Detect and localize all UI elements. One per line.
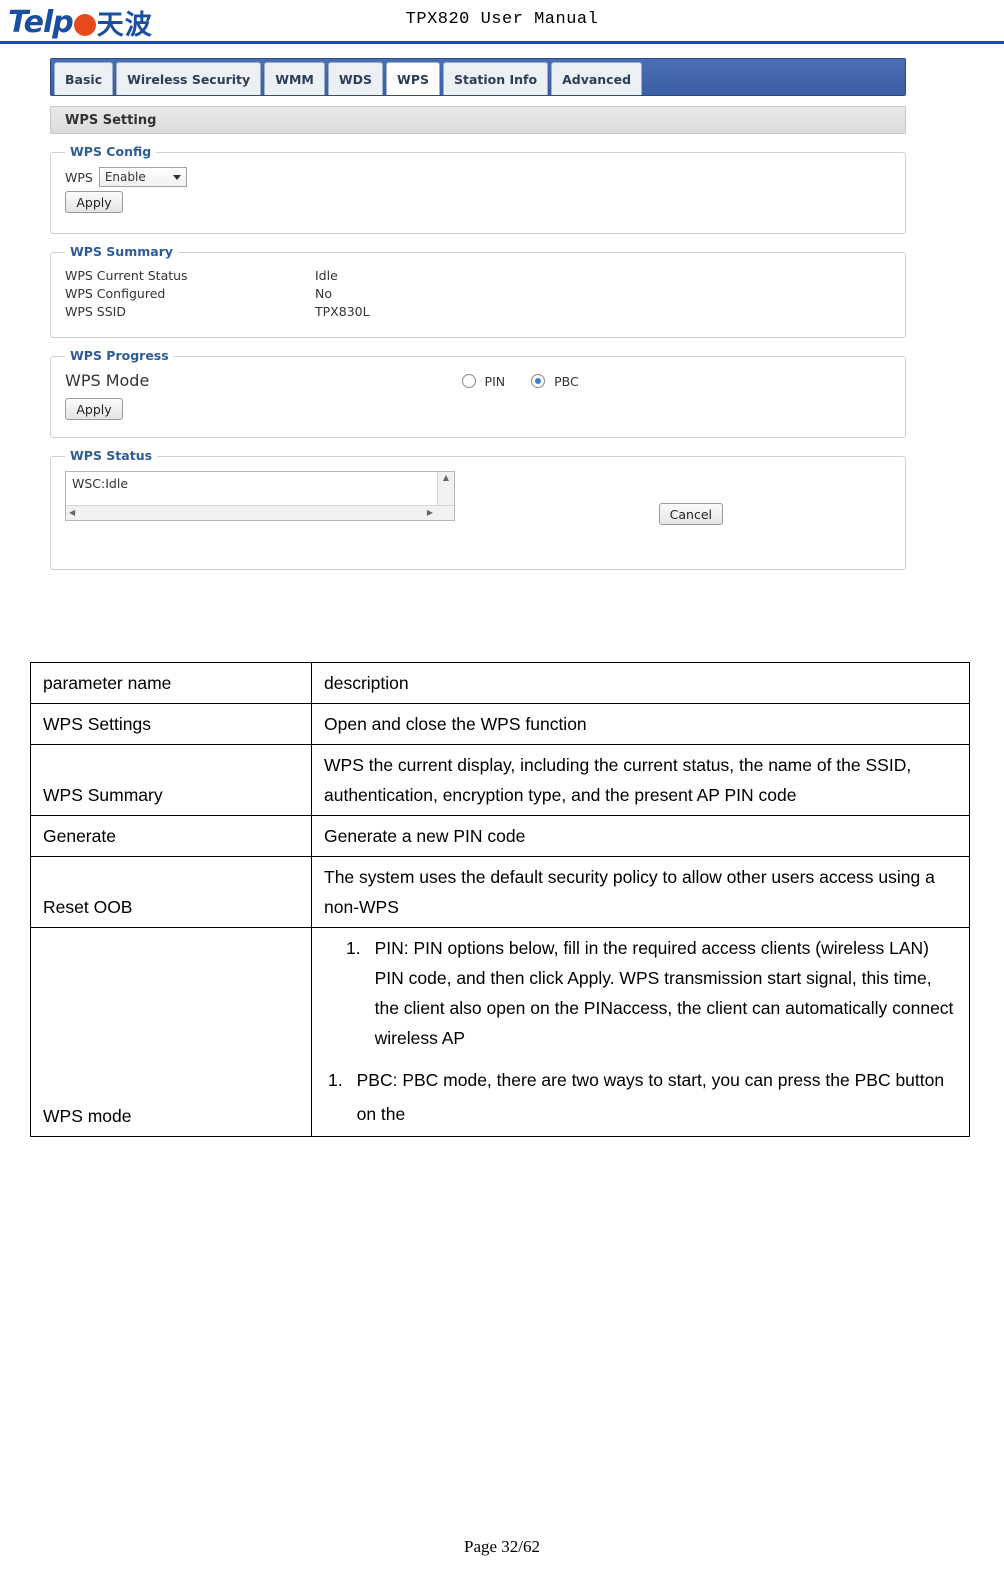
summary-row: WPS Configured No (65, 285, 891, 303)
page-footer: Page 32/62 (463, 1537, 541, 1556)
tab-wireless-security-label: Wireless Security (127, 71, 251, 87)
wps-mode-radio-group: PIN PBC (149, 372, 891, 389)
row-param-reset-oob: Reset OOB (30, 856, 312, 928)
wps-status-text: WSC:Idle (72, 476, 129, 491)
table-row: WPS Summary WPS the current display, inc… (30, 744, 970, 816)
wps-mode-item-pin-number: 1. (346, 938, 361, 958)
wps-config-apply-button[interactable]: Apply (65, 191, 123, 213)
wps-config-legend: WPS Config (65, 144, 157, 159)
tab-basic[interactable]: Basic (54, 62, 114, 95)
wps-progress-legend: WPS Progress (65, 348, 174, 363)
parameter-table: parameter name description WPS Settings … (30, 662, 970, 1137)
wps-progress-panel: WPS Progress WPS Mode PIN PBC Apply (50, 348, 906, 438)
wps-status-textarea[interactable]: WSC:Idle ▲ ▼ ◀ ▶ (65, 471, 455, 521)
row-desc-generate: Generate a new PIN code (311, 815, 970, 857)
tab-station-info-label: Station Info (453, 71, 538, 87)
wps-status-panel: WPS Status WSC:Idle ▲ ▼ ◀ ▶ Cancel (50, 448, 906, 570)
scroll-right-icon[interactable]: ▶ (424, 507, 436, 519)
row-desc-wps-settings: Open and close the WPS function (311, 703, 970, 745)
wps-mode-pin-option[interactable]: PIN (461, 372, 506, 389)
page-header: Telp 天波 TPX820 User Manual (0, 0, 1004, 44)
wps-enable-select[interactable]: Enable (98, 167, 187, 187)
tab-wds[interactable]: WDS (327, 62, 384, 95)
wps-config-panel: WPS Config WPS Enable Apply (50, 144, 906, 234)
header-description: description (311, 662, 970, 704)
section-title-wps-setting: WPS Setting (50, 106, 906, 134)
wps-configured-label: WPS Configured (65, 286, 166, 301)
scroll-left-icon[interactable]: ◀ (66, 507, 78, 519)
wps-mode-item-pbc-number: 1. (328, 1070, 343, 1090)
row-param-generate: Generate (30, 815, 312, 857)
radio-checked-icon (531, 374, 546, 388)
wps-mode-item-pbc: 1. PBC: PBC mode, there are two ways to … (324, 1063, 959, 1131)
row-desc-wps-mode: 1. PIN: PIN options below, fill in the r… (311, 927, 970, 1137)
chevron-down-icon (172, 174, 181, 180)
wps-enable-select-value: Enable (104, 170, 146, 184)
tab-wireless-security[interactable]: Wireless Security (116, 62, 262, 95)
horizontal-scrollbar[interactable]: ◀ ▶ (66, 505, 454, 520)
wps-mode-pin-label: PIN (484, 374, 506, 389)
wps-ssid-label: WPS SSID (65, 304, 126, 319)
tab-bar: Basic Wireless Security WMM WDS WPS Stat… (50, 58, 906, 96)
table-row: Generate Generate a new PIN code (30, 815, 970, 857)
wps-current-status-label: WPS Current Status (65, 268, 188, 283)
wps-mode-label: WPS Mode (65, 371, 150, 390)
row-desc-wps-summary: WPS the current display, including the c… (311, 744, 970, 816)
router-ui-screenshot: Basic Wireless Security WMM WDS WPS Stat… (50, 58, 906, 570)
header-divider (0, 41, 1004, 44)
wps-enable-label: WPS (65, 169, 93, 185)
summary-row: WPS SSID TPX830L (65, 303, 891, 321)
header-parameter-name: parameter name (30, 662, 312, 704)
wps-configured-value: No (315, 286, 332, 301)
wps-mode-item-pin: 1. PIN: PIN options below, fill in the r… (324, 933, 959, 1053)
table-row: WPS mode 1. PIN: PIN options below, fill… (30, 927, 970, 1137)
page-title: TPX820 User Manual (405, 10, 599, 29)
wps-progress-apply-row: Apply (65, 398, 891, 420)
wps-ssid-value: TPX830L (315, 304, 370, 319)
tab-wmm-label: WMM (275, 71, 314, 87)
wps-current-status-value: Idle (315, 268, 338, 283)
wps-config-apply-row: Apply (65, 191, 891, 213)
wps-mode-item-pbc-text: PBC: PBC mode, there are two ways to sta… (356, 1070, 945, 1124)
tab-wps-label: WPS (397, 71, 429, 87)
row-param-wps-mode: WPS mode (30, 927, 312, 1137)
wps-enable-row: WPS Enable (65, 167, 891, 187)
wps-mode-pbc-label: PBC (554, 374, 579, 389)
summary-row: WPS Current Status Idle (65, 267, 891, 285)
tab-wds-label: WDS (338, 71, 373, 87)
table-row: Reset OOB The system uses the default se… (30, 856, 970, 928)
row-param-wps-settings: WPS Settings (30, 703, 312, 745)
tab-basic-label: Basic (65, 71, 103, 87)
wps-progress-apply-button[interactable]: Apply (65, 398, 123, 420)
table-header-row: parameter name description (30, 662, 970, 704)
row-desc-reset-oob: The system uses the default security pol… (311, 856, 970, 928)
tab-wps[interactable]: WPS (386, 62, 440, 95)
tab-station-info[interactable]: Station Info (442, 62, 549, 95)
tab-advanced[interactable]: Advanced (551, 62, 643, 95)
tab-advanced-label: Advanced (562, 71, 632, 87)
wps-cancel-button[interactable]: Cancel (658, 503, 723, 525)
tab-wmm[interactable]: WMM (264, 62, 325, 95)
wps-mode-item-pin-text: PIN: PIN options below, fill in the requ… (374, 938, 954, 1048)
wps-summary-legend: WPS Summary (65, 244, 179, 259)
radio-unchecked-icon (461, 374, 476, 388)
wps-summary-panel: WPS Summary WPS Current Status Idle WPS … (50, 244, 906, 338)
wps-mode-pbc-option[interactable]: PBC (531, 372, 579, 389)
wps-status-legend: WPS Status (65, 448, 158, 463)
table-row: WPS Settings Open and close the WPS func… (30, 703, 970, 745)
scroll-up-icon[interactable]: ▲ (440, 472, 452, 484)
row-param-wps-summary: WPS Summary (30, 744, 312, 816)
wps-summary-list: WPS Current Status Idle WPS Configured N… (65, 267, 891, 321)
